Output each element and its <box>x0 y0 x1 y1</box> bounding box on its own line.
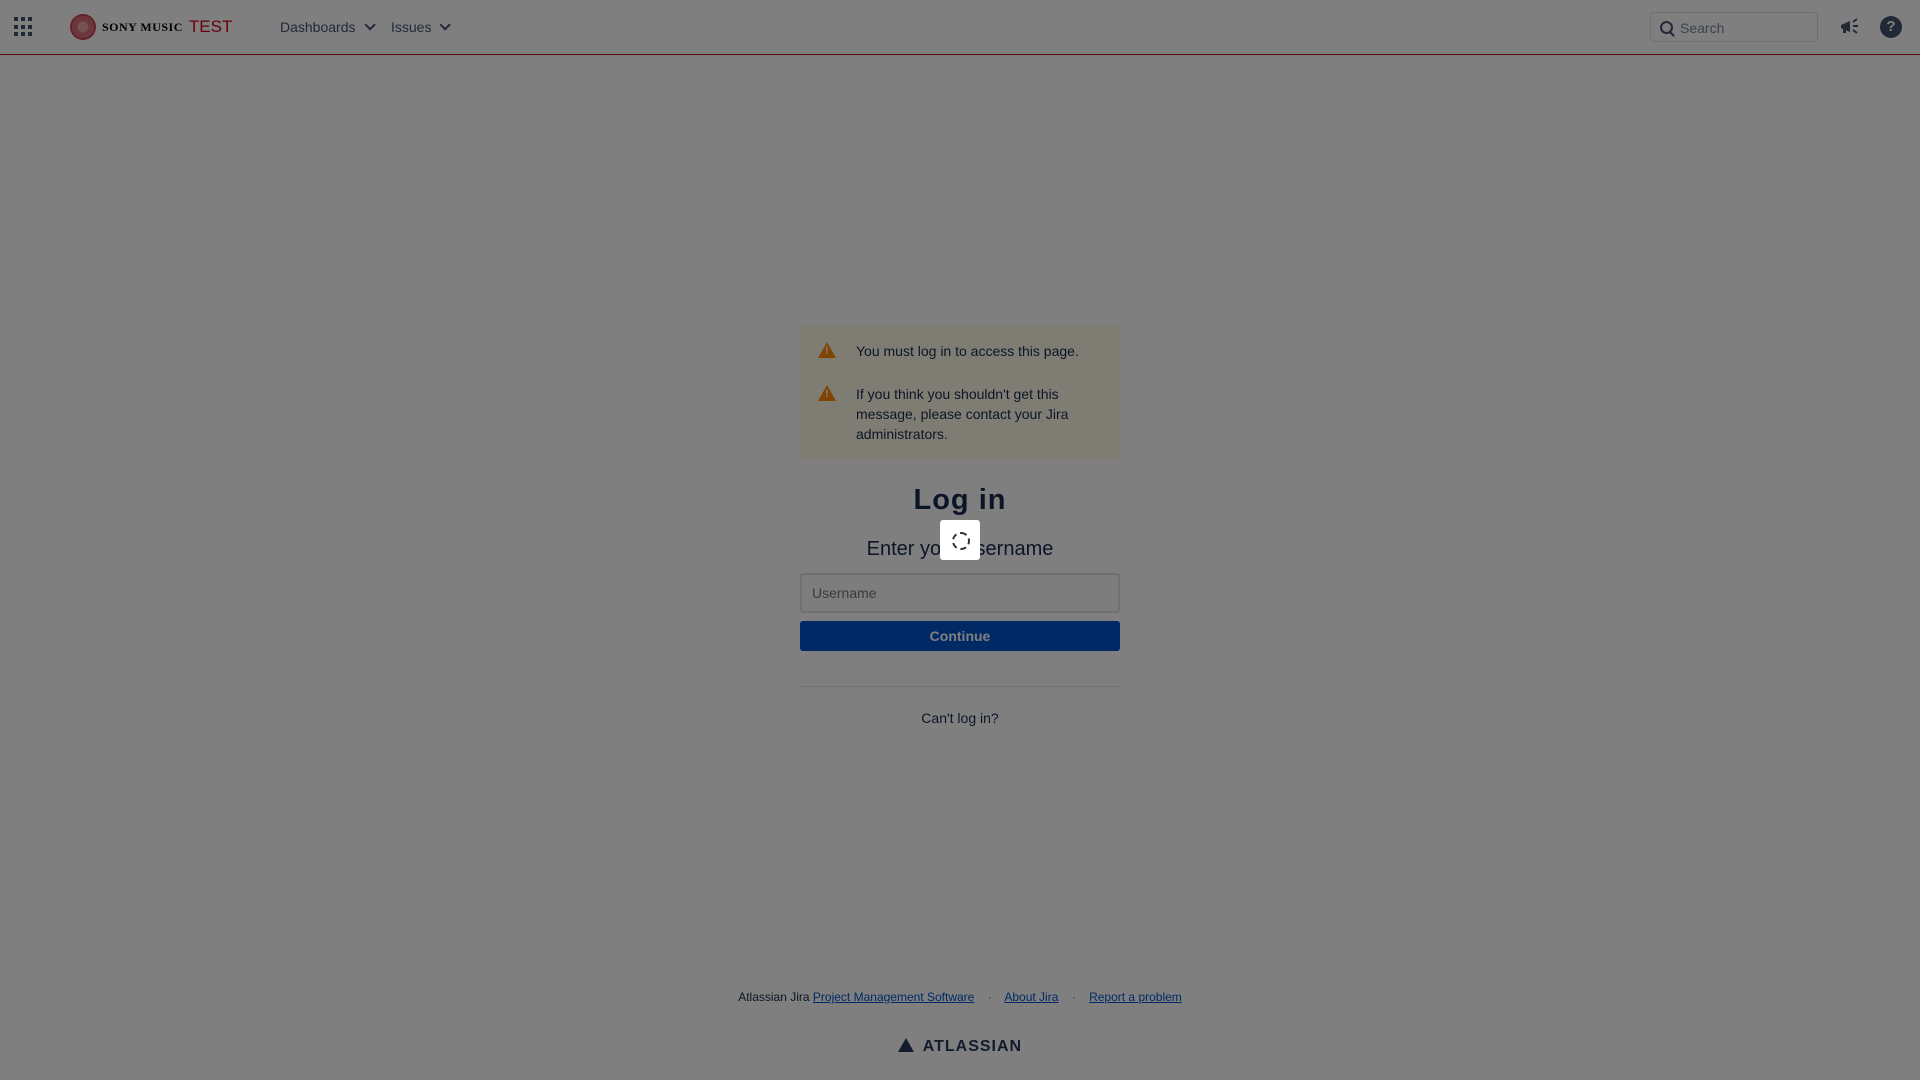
loading-spinner-box <box>940 520 980 560</box>
spinner-icon <box>952 532 970 550</box>
